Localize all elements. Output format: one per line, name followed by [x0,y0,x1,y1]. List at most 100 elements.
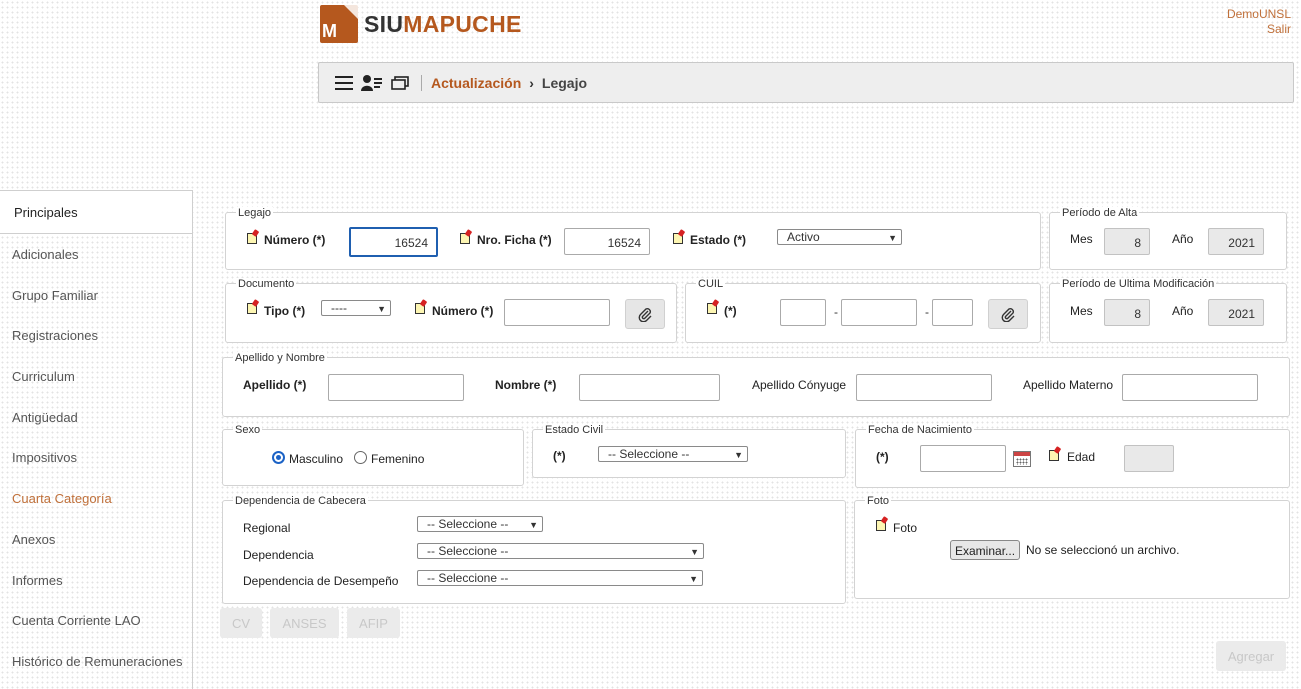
apellido-materno-input[interactable] [1122,374,1258,401]
doc-tipo-select[interactable]: ---- ▼ [321,300,391,316]
agregar-button[interactable]: Agregar [1216,641,1286,671]
desempeno-label: Dependencia de Desempeño [243,574,399,588]
chevron-down-icon: ▼ [689,574,698,584]
cv-button[interactable]: CV [220,608,262,638]
sidebar-item-historico[interactable]: Histórico de Remuneraciones [0,641,192,682]
windows-icon[interactable] [389,72,411,94]
sexo-legend: Sexo [233,424,263,436]
apellido-conyuge-input[interactable] [856,374,992,401]
doc-numero-input[interactable] [504,299,610,326]
nacimiento-fieldset: Fecha de Nacimiento (*) Edad [855,424,1290,488]
dependencia-legend: Dependencia de Cabecera [233,495,368,507]
cuil-legend: CUIL [696,278,726,290]
chevron-down-icon: ▼ [690,547,699,557]
logo-mark: M [320,5,358,43]
logo-text: SIUMAPUCHE [364,10,522,37]
sidebar-item-curriculum[interactable]: Curriculum [0,356,192,397]
sidebar-item-informes[interactable]: Informes [0,560,192,601]
examinar-button[interactable]: Examinar... [950,540,1021,560]
sidebar-item-principales[interactable]: Principales [0,190,192,234]
note-icon[interactable] [415,299,428,314]
chevron-down-icon: ▼ [734,450,743,460]
estado-civil-select[interactable]: -- Seleccione -- ▼ [598,446,748,462]
cuil-prefix-input[interactable] [780,299,826,326]
dependencia-label: Dependencia [243,548,314,562]
sidebar-item-anexos[interactable]: Anexos [0,519,192,560]
sidebar-item-cuenta-corriente[interactable]: Cuenta Corriente LAO [0,600,192,641]
calendar-icon[interactable] [1013,451,1031,467]
legajo-numero-input[interactable]: 16524 [349,227,438,257]
alta-anio-input: 2021 [1208,228,1264,255]
cuil-suffix-input[interactable] [932,299,973,326]
breadcrumb-section[interactable]: Actualización [431,75,521,91]
chevron-down-icon: ▼ [888,233,897,243]
note-icon[interactable] [247,299,260,314]
chevron-down-icon: ▼ [529,520,538,530]
legajo-numero-label: Número (*) [264,233,326,247]
edad-label: Edad [1067,450,1096,464]
apellido-input[interactable] [328,374,464,401]
alta-fieldset: Período de Alta Mes 8 Año 2021 [1049,207,1287,270]
mod-mes-input: 8 [1104,299,1150,326]
sidebar-item-adicionales[interactable]: Adicionales [0,234,192,275]
note-icon[interactable] [247,229,260,244]
note-icon[interactable] [707,299,720,314]
dependencia-fieldset: Dependencia de Cabecera Regional -- Sele… [222,495,846,604]
user-name-link[interactable]: DemoUNSL [1227,7,1291,22]
apellido-materno-label: Apellido Materno [1023,378,1114,392]
sexo-fieldset: Sexo Masculino Femenino [222,424,524,486]
file-status: No se seleccionó un archivo. [1026,543,1180,557]
sidebar-item-cuarta-categoria[interactable]: Cuarta Categoría [0,478,192,519]
fecha-nacimiento-input[interactable] [920,445,1006,472]
cuil-dash: - [834,305,838,319]
regional-label: Regional [243,521,291,535]
documento-legend: Documento [236,278,297,290]
sidebar: Principales Adicionales Grupo Familiar R… [0,190,193,689]
sidebar-item-antiguedad[interactable]: Antigüedad [0,397,192,438]
apellido-conyuge-label: Apellido Cónyuge [752,378,847,392]
nro-ficha-input[interactable]: 16524 [564,228,650,255]
person-list-icon[interactable] [361,72,383,94]
app-logo: M SIUMAPUCHE [320,4,522,44]
mod-anio-input: 2021 [1208,299,1264,326]
desempeno-select[interactable]: -- Seleccione -- ▼ [417,570,703,586]
sidebar-item-impositivos[interactable]: Impositivos [0,437,192,478]
top-navbar: Actualización › Legajo [318,62,1294,103]
modificacion-fieldset: Período de Ultima Modificación Mes 8 Año… [1049,278,1287,343]
doc-attach-button[interactable] [625,299,665,329]
breadcrumb-current: Legajo [541,74,588,91]
note-icon[interactable] [460,229,473,244]
paperclip-icon [1001,308,1015,322]
anses-button[interactable]: ANSES [270,608,339,638]
note-icon[interactable] [876,516,889,531]
nombre-input[interactable] [579,374,720,401]
cuil-number-input[interactable] [841,299,917,326]
logout-link[interactable]: Salir [1227,22,1291,37]
doc-tipo-label: Tipo (*) [264,304,306,318]
femenino-label: Femenino [371,452,425,466]
sidebar-item-grupo-familiar[interactable]: Grupo Familiar [0,275,192,316]
estado-label: Estado (*) [690,233,747,247]
documento-fieldset: Documento Tipo (*) ---- ▼ Número (*) [225,278,677,343]
estado-select[interactable]: Activo ▼ [777,229,902,245]
doc-numero-label: Número (*) [432,304,494,318]
sidebar-item-registraciones[interactable]: Registraciones [0,315,192,356]
dependencia-select[interactable]: -- Seleccione -- ▼ [417,543,704,559]
cuil-fieldset: CUIL (*) - - [685,278,1041,343]
nacimiento-legend: Fecha de Nacimiento [866,424,974,436]
alta-legend: Período de Alta [1060,207,1140,219]
foto-legend: Foto [865,495,892,507]
mod-anio-label: Año [1172,304,1194,318]
foto-label: Foto [893,521,918,535]
note-icon[interactable] [673,229,686,244]
menu-icon[interactable] [333,72,355,94]
femenino-radio[interactable] [354,451,367,464]
masculino-radio[interactable] [272,451,285,464]
paperclip-icon [638,308,652,322]
cuil-attach-button[interactable] [988,299,1028,329]
nombre-fieldset: Apellido y Nombre Apellido (*) Nombre (*… [222,352,1290,417]
afip-button[interactable]: AFIP [347,608,400,638]
note-icon[interactable] [1049,446,1062,461]
regional-select[interactable]: -- Seleccione -- ▼ [417,516,543,532]
nombre-legend: Apellido y Nombre [233,352,327,364]
